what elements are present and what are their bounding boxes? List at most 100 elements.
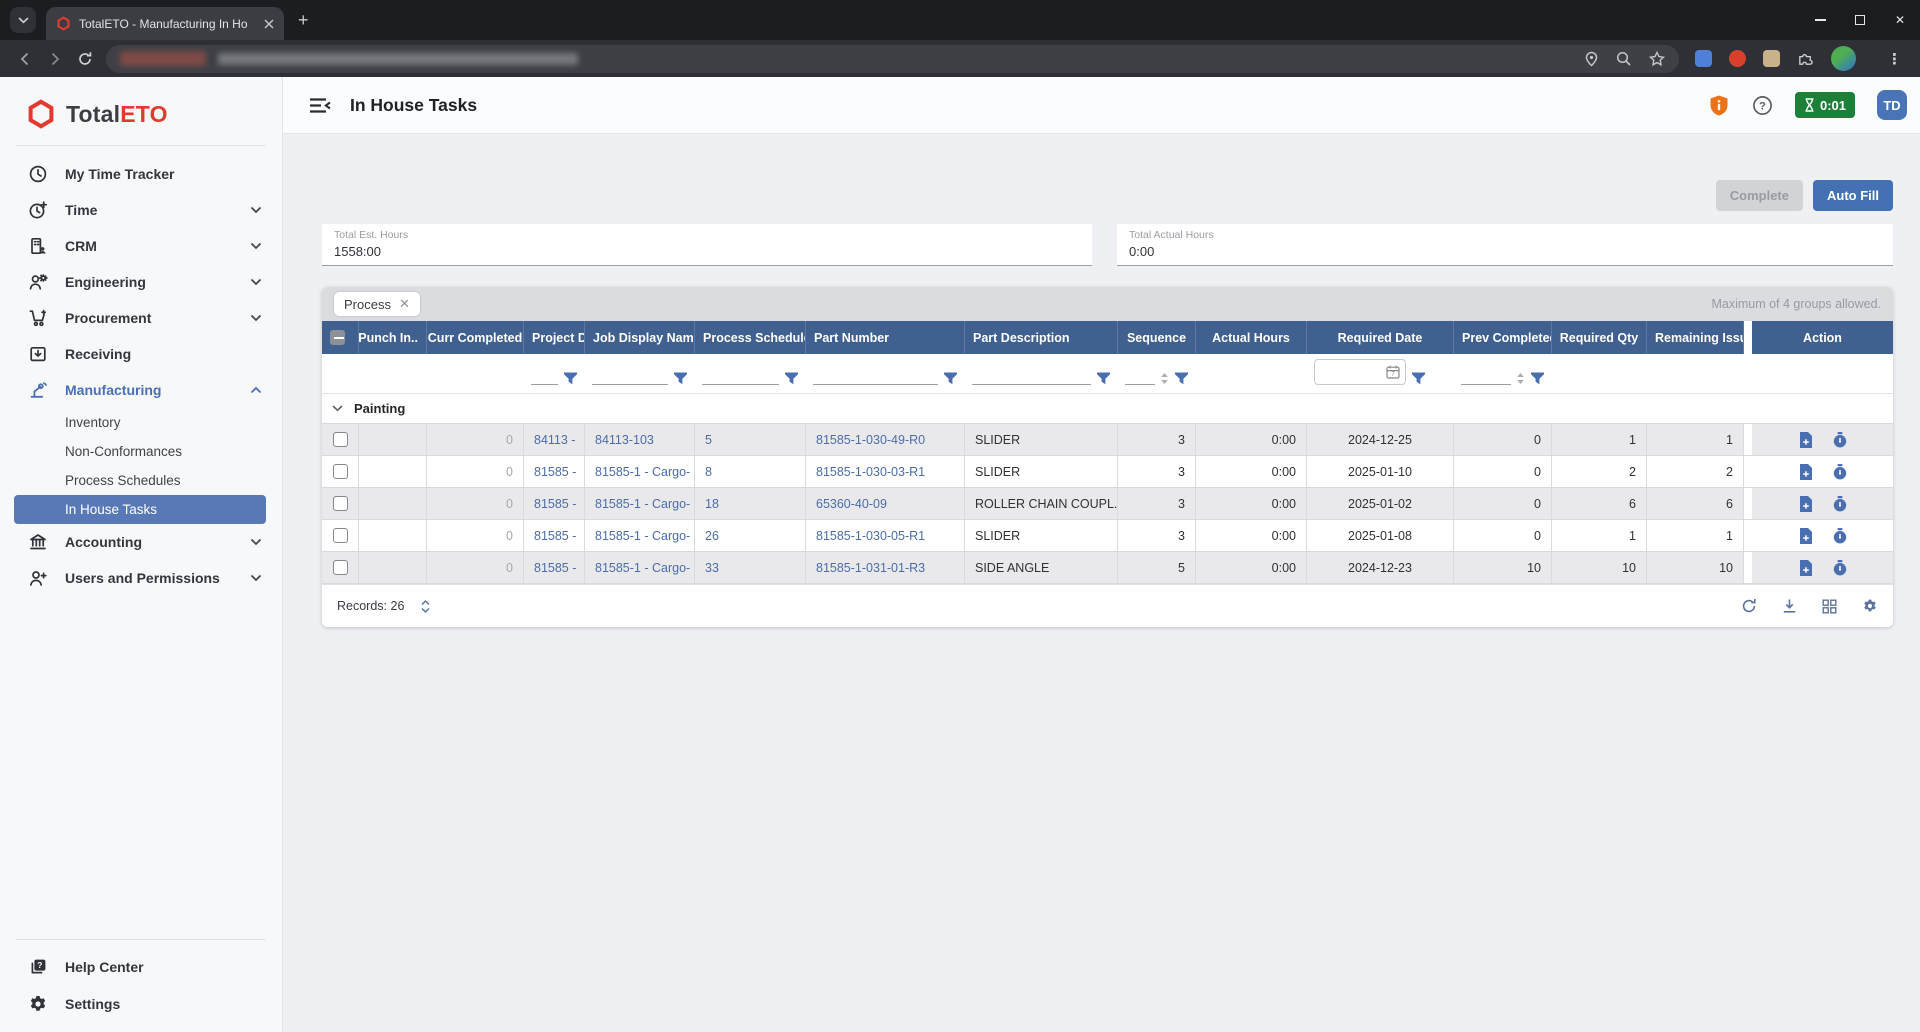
- sidebar-item-my-time-tracker[interactable]: My Time Tracker: [0, 156, 282, 192]
- project-link[interactable]: 81585 -: [524, 552, 585, 583]
- refresh-icon[interactable]: [1741, 598, 1757, 614]
- job-link[interactable]: 81585-1 - Cargo-: [585, 488, 695, 519]
- select-all-checkbox[interactable]: [330, 330, 345, 345]
- adblock-icon[interactable]: [1729, 50, 1746, 67]
- timer-badge[interactable]: 0:01: [1795, 92, 1855, 118]
- sidebar-item-non-conformances[interactable]: Non-Conformances: [0, 437, 282, 466]
- number-spinner-icon[interactable]: [1160, 372, 1169, 385]
- group-chip-process[interactable]: Process ✕: [334, 292, 420, 316]
- extension-icon-1[interactable]: [1695, 50, 1712, 67]
- sidebar-item-crm[interactable]: CRM: [0, 228, 282, 264]
- column-header-rem[interactable]: Remaining Issu: [1647, 321, 1744, 354]
- column-header-project[interactable]: Project Di: [524, 321, 585, 354]
- job-link[interactable]: 81585-1 - Cargo-: [585, 552, 695, 583]
- column-header-seq[interactable]: Sequence: [1118, 321, 1196, 354]
- row-checkbox[interactable]: [333, 528, 348, 543]
- sidebar-item-receiving[interactable]: Receiving: [0, 336, 282, 372]
- complete-button[interactable]: Complete: [1716, 180, 1803, 211]
- browser-menu-icon[interactable]: ⋮: [1887, 50, 1902, 68]
- add-note-icon[interactable]: [1799, 432, 1813, 448]
- filter-input-part[interactable]: [813, 369, 938, 385]
- column-header-select[interactable]: [322, 321, 359, 354]
- job-link[interactable]: 84113-103: [585, 424, 695, 455]
- column-header-curr[interactable]: Curr Completed: [427, 321, 524, 354]
- help-icon[interactable]: ?: [1752, 95, 1773, 116]
- row-checkbox[interactable]: [333, 464, 348, 479]
- window-minimize-button[interactable]: [1800, 0, 1840, 40]
- job-link[interactable]: 81585-1 - Cargo-: [585, 520, 695, 551]
- filter-funnel-icon[interactable]: [1174, 372, 1189, 385]
- extension-icon-2[interactable]: [1763, 50, 1780, 67]
- filter-input-project[interactable]: [531, 369, 558, 385]
- column-header-prev[interactable]: Prev Completed: [1454, 321, 1552, 354]
- window-close-button[interactable]: ✕: [1880, 0, 1920, 40]
- records-spinner[interactable]: [421, 599, 430, 614]
- back-button[interactable]: [10, 44, 40, 74]
- add-note-icon[interactable]: [1799, 464, 1813, 480]
- total-est-hours-field[interactable]: Total Est. Hours 1558:00: [322, 224, 1092, 266]
- sidebar-item-in-house-tasks[interactable]: In House Tasks: [14, 495, 266, 524]
- column-header-desc[interactable]: Part Description: [965, 321, 1118, 354]
- sched-link[interactable]: 18: [695, 488, 806, 519]
- column-header-qty[interactable]: Required Qty: [1552, 321, 1647, 354]
- grid-settings-gear-icon[interactable]: [1862, 598, 1878, 614]
- filter-input-desc[interactable]: [972, 369, 1091, 385]
- sidebar-item-engineering[interactable]: Engineering: [0, 264, 282, 300]
- punch-clock-icon[interactable]: [1833, 560, 1847, 576]
- sidebar-collapse-icon[interactable]: [308, 97, 332, 114]
- total-actual-hours-field[interactable]: Total Actual Hours 0:00: [1117, 224, 1893, 266]
- sched-link[interactable]: 33: [695, 552, 806, 583]
- add-note-icon[interactable]: [1799, 496, 1813, 512]
- sched-link[interactable]: 5: [695, 424, 806, 455]
- column-header-part[interactable]: Part Number: [806, 321, 965, 354]
- filter-funnel-icon[interactable]: [784, 372, 799, 385]
- sidebar-item-accounting[interactable]: Accounting: [0, 524, 282, 560]
- tab-search-button[interactable]: [10, 7, 36, 33]
- calendar-icon[interactable]: 7: [1386, 365, 1400, 379]
- filter-funnel-icon[interactable]: [1530, 372, 1545, 385]
- column-header-action[interactable]: Action: [1744, 321, 1893, 354]
- punch-clock-icon[interactable]: [1833, 464, 1847, 480]
- sidebar-item-users-and-permissions[interactable]: Users and Permissions: [0, 560, 282, 596]
- row-checkbox[interactable]: [333, 496, 348, 511]
- reload-button[interactable]: [70, 44, 100, 74]
- sidebar-item-inventory[interactable]: Inventory: [0, 408, 282, 437]
- punch-clock-icon[interactable]: [1833, 496, 1847, 512]
- filter-funnel-icon[interactable]: [563, 372, 578, 385]
- alert-shield-icon[interactable]: [1708, 94, 1730, 117]
- location-pin-icon[interactable]: [1584, 51, 1599, 67]
- sidebar-item-settings[interactable]: Settings: [0, 985, 282, 1022]
- add-note-icon[interactable]: [1799, 560, 1813, 576]
- row-checkbox[interactable]: [333, 432, 348, 447]
- part-link[interactable]: 81585-1-030-05-R1: [806, 520, 965, 551]
- column-header-punch[interactable]: Punch In..: [359, 321, 427, 354]
- zoom-icon[interactable]: [1616, 51, 1632, 67]
- filter-funnel-icon[interactable]: [1411, 372, 1426, 385]
- sched-link[interactable]: 8: [695, 456, 806, 487]
- new-tab-button[interactable]: +: [298, 11, 309, 29]
- auto-fill-button[interactable]: Auto Fill: [1813, 180, 1893, 211]
- row-checkbox[interactable]: [333, 560, 348, 575]
- group-collapse-icon[interactable]: [332, 405, 343, 412]
- number-spinner-icon[interactable]: [1516, 372, 1525, 385]
- bookmark-star-icon[interactable]: [1649, 51, 1665, 67]
- filter-funnel-icon[interactable]: [673, 372, 688, 385]
- punch-clock-icon[interactable]: [1833, 528, 1847, 544]
- chip-remove-icon[interactable]: ✕: [399, 296, 410, 312]
- column-chooser-icon[interactable]: [1822, 599, 1837, 614]
- tab-close-icon[interactable]: [264, 19, 274, 29]
- filter-input-prev[interactable]: [1461, 369, 1511, 385]
- project-link[interactable]: 84113 -: [524, 424, 585, 455]
- filter-funnel-icon[interactable]: [1096, 372, 1111, 385]
- sidebar-item-procurement[interactable]: Procurement: [0, 300, 282, 336]
- part-link[interactable]: 81585-1-030-49-R0: [806, 424, 965, 455]
- project-link[interactable]: 81585 -: [524, 488, 585, 519]
- filter-date-input[interactable]: 7: [1314, 359, 1406, 385]
- filter-funnel-icon[interactable]: [943, 372, 958, 385]
- add-note-icon[interactable]: [1799, 528, 1813, 544]
- sidebar-item-help-center[interactable]: ?Help Center: [0, 948, 282, 985]
- window-maximize-button[interactable]: [1840, 0, 1880, 40]
- sidebar-item-time[interactable]: Time: [0, 192, 282, 228]
- project-link[interactable]: 81585 -: [524, 520, 585, 551]
- column-header-sched[interactable]: Process Schedule: [695, 321, 806, 354]
